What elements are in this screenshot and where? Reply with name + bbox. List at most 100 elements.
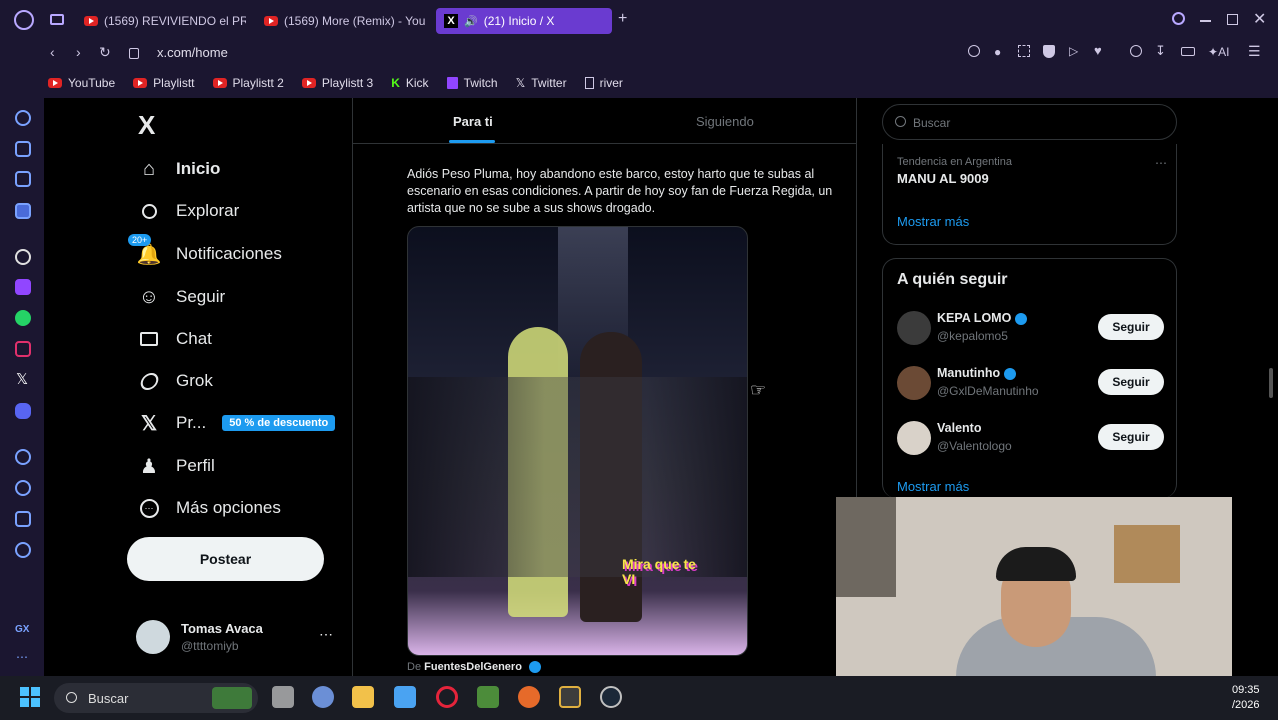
gx-control-icon[interactable] xyxy=(15,110,31,126)
steam-icon[interactable] xyxy=(600,686,622,708)
shield-icon[interactable] xyxy=(1043,45,1055,58)
reload-button[interactable]: ↻ xyxy=(99,44,111,61)
chatgpt-icon[interactable] xyxy=(15,249,31,265)
search-tabs-icon[interactable] xyxy=(1172,12,1185,25)
bookmark-kick[interactable]: K Kick xyxy=(391,76,428,90)
nav-grok[interactable]: Grok xyxy=(138,370,213,392)
twitch-sidebar-icon[interactable] xyxy=(15,279,31,295)
task-view-icon[interactable] xyxy=(272,686,294,708)
snapshot-icon[interactable] xyxy=(1018,45,1030,57)
app-icon[interactable] xyxy=(559,686,581,708)
scrollbar[interactable] xyxy=(1269,368,1273,398)
nav-home[interactable]: ⌂ Inicio xyxy=(138,158,220,180)
extensions-icon[interactable] xyxy=(15,511,31,527)
maximize-button[interactable] xyxy=(1227,14,1238,25)
bookmark-river[interactable]: river xyxy=(584,76,623,90)
bookmark-playlistt-3[interactable]: Playlistt 3 xyxy=(301,76,373,90)
discord-icon[interactable] xyxy=(15,403,31,419)
tab-following[interactable]: Siguiendo xyxy=(696,114,754,129)
play-icon[interactable]: ▷ xyxy=(1069,44,1078,58)
battery-icon[interactable] xyxy=(1181,47,1195,56)
instagram-icon[interactable] xyxy=(15,341,31,357)
notepad-icon[interactable] xyxy=(394,686,416,708)
gx-corner-icon[interactable] xyxy=(15,141,31,157)
tab-for-you[interactable]: Para ti xyxy=(449,114,495,143)
ai-button[interactable]: ✦AI xyxy=(1208,45,1229,59)
new-tab-button[interactable]: + xyxy=(618,10,627,28)
verified-icon xyxy=(529,661,541,674)
tweet-video[interactable]: Mira que te VI xyxy=(407,226,748,656)
show-more-follow-link[interactable]: Mostrar más xyxy=(897,479,969,494)
nav-more[interactable]: ⋯ Más opciones xyxy=(138,497,281,519)
url-field[interactable]: x.com/home xyxy=(157,45,228,60)
clock-date[interactable]: /2026 xyxy=(1232,699,1260,711)
more-icon[interactable]: ⋯ xyxy=(319,626,333,643)
zoom-icon[interactable] xyxy=(968,45,980,57)
history-icon[interactable] xyxy=(15,480,31,496)
nav-premium[interactable]: 𝕏 Pr... 50 % de descuento xyxy=(138,412,336,435)
heart-icon[interactable]: ♥ xyxy=(1094,43,1102,58)
tab-youtube-2[interactable]: (1569) More (Remix) - You xyxy=(256,8,426,34)
follow-button[interactable]: Seguir xyxy=(1098,424,1164,450)
youtube-icon xyxy=(48,78,62,88)
bookmark-twitch[interactable]: Twitch xyxy=(446,76,498,90)
opera-logo-icon[interactable] xyxy=(14,10,34,30)
menu-icon[interactable]: ☰ xyxy=(1248,43,1261,60)
x-logo-icon: X xyxy=(444,14,458,28)
pin-icon[interactable]: ● xyxy=(994,45,1001,59)
wall-shelf xyxy=(836,497,896,597)
bookmark-youtube[interactable]: YouTube xyxy=(48,76,115,90)
bookmarks-bar: YouTube Playlistt Playlistt 2 Playlistt … xyxy=(0,68,1278,98)
whatsapp-icon[interactable] xyxy=(15,310,31,326)
more-icon[interactable]: ⋯ xyxy=(1155,156,1167,170)
nav-chat[interactable]: Chat xyxy=(138,328,212,350)
follow-button[interactable]: Seguir xyxy=(1098,314,1164,340)
show-more-trends-link[interactable]: Mostrar más xyxy=(897,214,969,229)
follow-button[interactable]: Seguir xyxy=(1098,369,1164,395)
speaker-icon[interactable]: 🔊 xyxy=(464,15,478,28)
bookmark-twitter[interactable]: 𝕏 Twitter xyxy=(516,76,567,90)
account-switcher[interactable]: Tomas Avaca @ttttomiyb ⋯ xyxy=(136,616,336,660)
windows-start-icon[interactable] xyxy=(20,687,40,707)
x-sidebar-icon[interactable]: 𝕏 xyxy=(16,370,28,388)
account-icon[interactable] xyxy=(1130,45,1142,57)
x-logo[interactable]: X xyxy=(138,110,155,141)
app-icon[interactable] xyxy=(518,686,540,708)
bookmark-playlistt-2[interactable]: Playlistt 2 xyxy=(212,76,284,90)
tab-youtube-1[interactable]: (1569) REVIVIENDO el PRI xyxy=(76,8,246,34)
minimize-button[interactable] xyxy=(1200,20,1211,22)
bookmark-playlistt[interactable]: Playlistt xyxy=(133,76,195,90)
trend-item[interactable]: Tendencia en Argentina MANU AL 9009 ⋯ xyxy=(897,156,1167,186)
post-button[interactable]: Postear xyxy=(127,537,324,581)
settings-icon[interactable] xyxy=(15,542,31,558)
tab-islands-icon[interactable] xyxy=(50,14,64,25)
search-box[interactable]: Buscar xyxy=(882,104,1177,140)
gx-cleaner-icon[interactable] xyxy=(15,171,31,187)
search-icon xyxy=(66,692,77,703)
more-sidebar-icon[interactable]: ⋯ xyxy=(16,650,28,664)
settings-icon[interactable] xyxy=(312,686,334,708)
nav-explore[interactable]: Explorar xyxy=(138,200,239,222)
tab-x-home[interactable]: X 🔊 (21) Inicio / X xyxy=(436,8,612,34)
player-icon[interactable] xyxy=(15,449,31,465)
lock-icon[interactable] xyxy=(129,48,139,59)
back-button[interactable]: ‹ xyxy=(50,44,55,60)
download-icon[interactable]: ↧ xyxy=(1155,43,1166,59)
follow-suggestion[interactable]: Valento @Valentologo Seguir xyxy=(883,417,1178,459)
mouse-cursor-icon: ☞ xyxy=(750,380,767,400)
notification-badge: 20+ xyxy=(128,234,152,246)
opera-gx-icon[interactable] xyxy=(436,686,458,708)
nav-profile[interactable]: ♟ Perfil xyxy=(138,455,215,478)
file-explorer-icon[interactable] xyxy=(352,686,374,708)
follow-suggestion[interactable]: Manutinho @GxlDeManutinho Seguir xyxy=(883,362,1178,404)
clock-time[interactable]: 09:35 xyxy=(1232,684,1260,696)
nav-follow[interactable]: ☺ Seguir xyxy=(138,286,225,308)
nav-notifications[interactable]: 🔔 20+ Notificaciones xyxy=(128,234,282,266)
taskbar-search[interactable]: Buscar xyxy=(54,683,258,713)
tweet-source[interactable]: De FuentesDelGenero xyxy=(407,661,541,674)
minecraft-launcher-icon[interactable] xyxy=(477,686,499,708)
messenger-icon[interactable] xyxy=(15,203,31,219)
forward-button[interactable]: › xyxy=(76,44,81,60)
close-window-button[interactable]: ✕ xyxy=(1253,9,1266,29)
follow-suggestion[interactable]: KEPA LOMO @kepalomo5 Seguir xyxy=(883,307,1178,349)
